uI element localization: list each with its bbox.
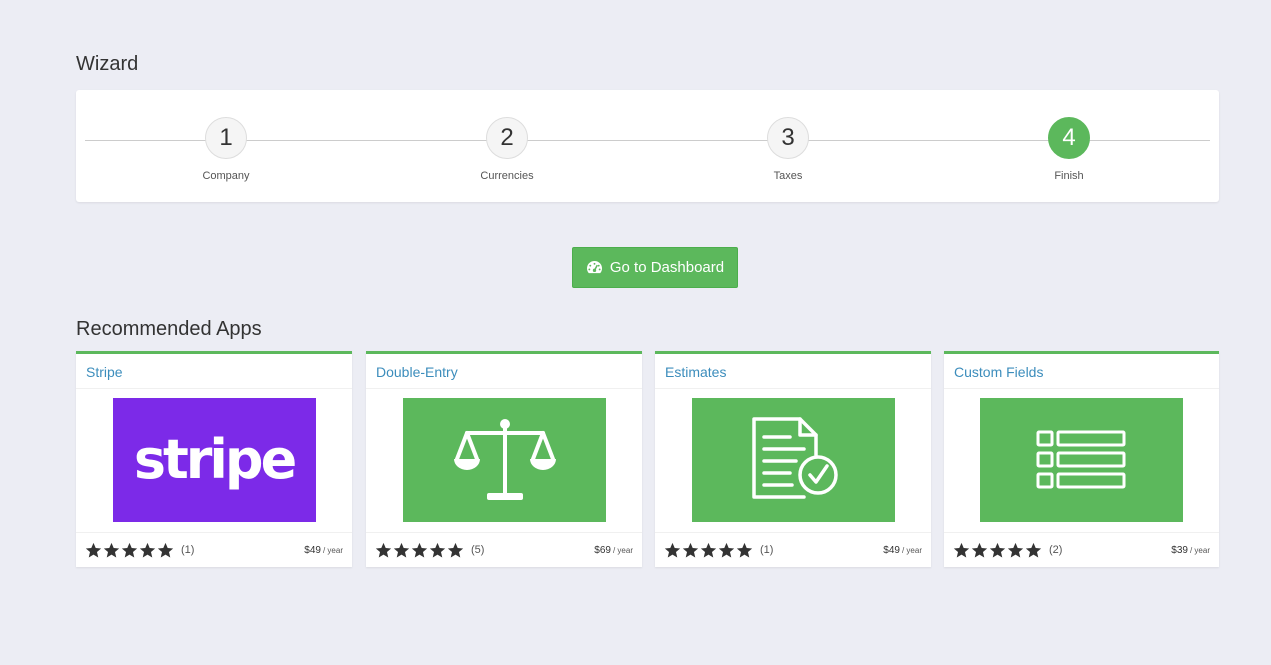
stripe-logo-text: stripe <box>134 428 299 491</box>
star-icon <box>121 542 138 557</box>
app-title-link[interactable]: Custom Fields <box>954 364 1043 380</box>
step-number[interactable]: 1 <box>205 117 247 159</box>
app-title-link[interactable]: Double-Entry <box>376 364 458 380</box>
step-label: Finish <box>1054 170 1084 182</box>
card-header: Custom Fields <box>944 354 1219 389</box>
app-card-double-entry: Double-Entry (5) $69/ year <box>366 351 642 567</box>
app-card-estimates: Estimates (1) $49/ year <box>655 351 931 567</box>
card-footer: (2) $39/ year <box>944 532 1219 567</box>
wizard-step-currencies[interactable]: 2 Currencies <box>457 117 557 182</box>
star-icon <box>700 542 717 557</box>
step-label: Company <box>202 170 250 182</box>
price-amount: $69 <box>594 544 611 556</box>
step-label: Currencies <box>480 170 534 182</box>
rating-stars <box>85 542 174 559</box>
app-card-stripe: Stripe stripe (1) $49/ year <box>76 351 352 567</box>
star-icon <box>971 542 988 557</box>
price-amount: $49 <box>304 544 321 556</box>
star-icon <box>736 542 753 557</box>
star-icon <box>429 542 446 557</box>
wizard-step-taxes[interactable]: 3 Taxes <box>738 117 838 182</box>
star-icon <box>682 542 699 557</box>
card-header: Double-Entry <box>366 354 642 389</box>
price-period: / year <box>612 545 633 555</box>
app-card-custom-fields: Custom Fields (2) $39/ year <box>944 351 1219 567</box>
review-count: (5) <box>471 544 485 556</box>
star-icon <box>989 542 1006 557</box>
review-count: (1) <box>181 544 195 556</box>
app-image[interactable] <box>980 398 1183 522</box>
review-count: (2) <box>1049 544 1063 556</box>
card-footer: (1) $49/ year <box>76 532 352 567</box>
step-number[interactable]: 4 <box>1048 117 1090 159</box>
star-icon <box>103 542 120 557</box>
price-amount: $39 <box>1171 544 1188 556</box>
review-count: (1) <box>760 544 774 556</box>
app-image[interactable] <box>403 398 606 522</box>
card-footer: (1) $49/ year <box>655 532 931 567</box>
wizard-step-finish[interactable]: 4 Finish <box>1019 117 1119 182</box>
list-fields-icon <box>1036 430 1125 489</box>
app-title-link[interactable]: Estimates <box>665 364 726 380</box>
card-header: Estimates <box>655 354 931 389</box>
star-icon <box>953 542 970 557</box>
star-icon <box>393 542 410 557</box>
star-icon <box>718 542 735 557</box>
star-icon <box>157 542 174 557</box>
step-number[interactable]: 3 <box>767 117 809 159</box>
star-icon <box>411 542 428 557</box>
app-price: $69/ year <box>594 545 633 556</box>
rating-stars <box>375 542 464 559</box>
star-icon <box>664 542 681 557</box>
price-period: / year <box>1189 545 1210 555</box>
stripe-logo[interactable]: stripe <box>113 398 316 522</box>
go-to-dashboard-label: Go to Dashboard <box>609 259 725 276</box>
step-label: Taxes <box>773 170 803 182</box>
document-check-icon <box>751 417 838 499</box>
star-icon <box>447 542 464 557</box>
card-header: Stripe <box>76 354 352 389</box>
star-icon <box>375 542 392 557</box>
star-icon <box>139 542 156 557</box>
step-number[interactable]: 2 <box>486 117 528 159</box>
app-price: $49/ year <box>304 545 343 556</box>
app-price: $49/ year <box>883 545 922 556</box>
balance-scale-icon <box>453 419 556 500</box>
star-icon <box>1007 542 1024 557</box>
price-period: / year <box>901 545 922 555</box>
app-image[interactable] <box>692 398 895 522</box>
stripe-wordmark: stripe <box>134 428 296 491</box>
rating-stars <box>664 542 753 559</box>
price-period: / year <box>322 545 343 555</box>
wizard-step-company[interactable]: 1 Company <box>176 117 276 182</box>
page-title: Wizard <box>76 53 139 75</box>
star-icon <box>1025 542 1042 557</box>
go-to-dashboard-button[interactable]: Go to Dashboard <box>572 247 738 288</box>
app-price: $39/ year <box>1171 545 1210 556</box>
app-title-link[interactable]: Stripe <box>86 364 123 380</box>
star-icon <box>85 542 102 557</box>
dashboard-gauge-icon <box>586 260 602 274</box>
recommended-apps-title: Recommended Apps <box>76 318 262 340</box>
wizard-steps: 1 Company 2 Currencies 3 Taxes 4 Finish <box>76 90 1219 202</box>
card-footer: (5) $69/ year <box>366 532 642 567</box>
rating-stars <box>953 542 1042 559</box>
price-amount: $49 <box>883 544 900 556</box>
